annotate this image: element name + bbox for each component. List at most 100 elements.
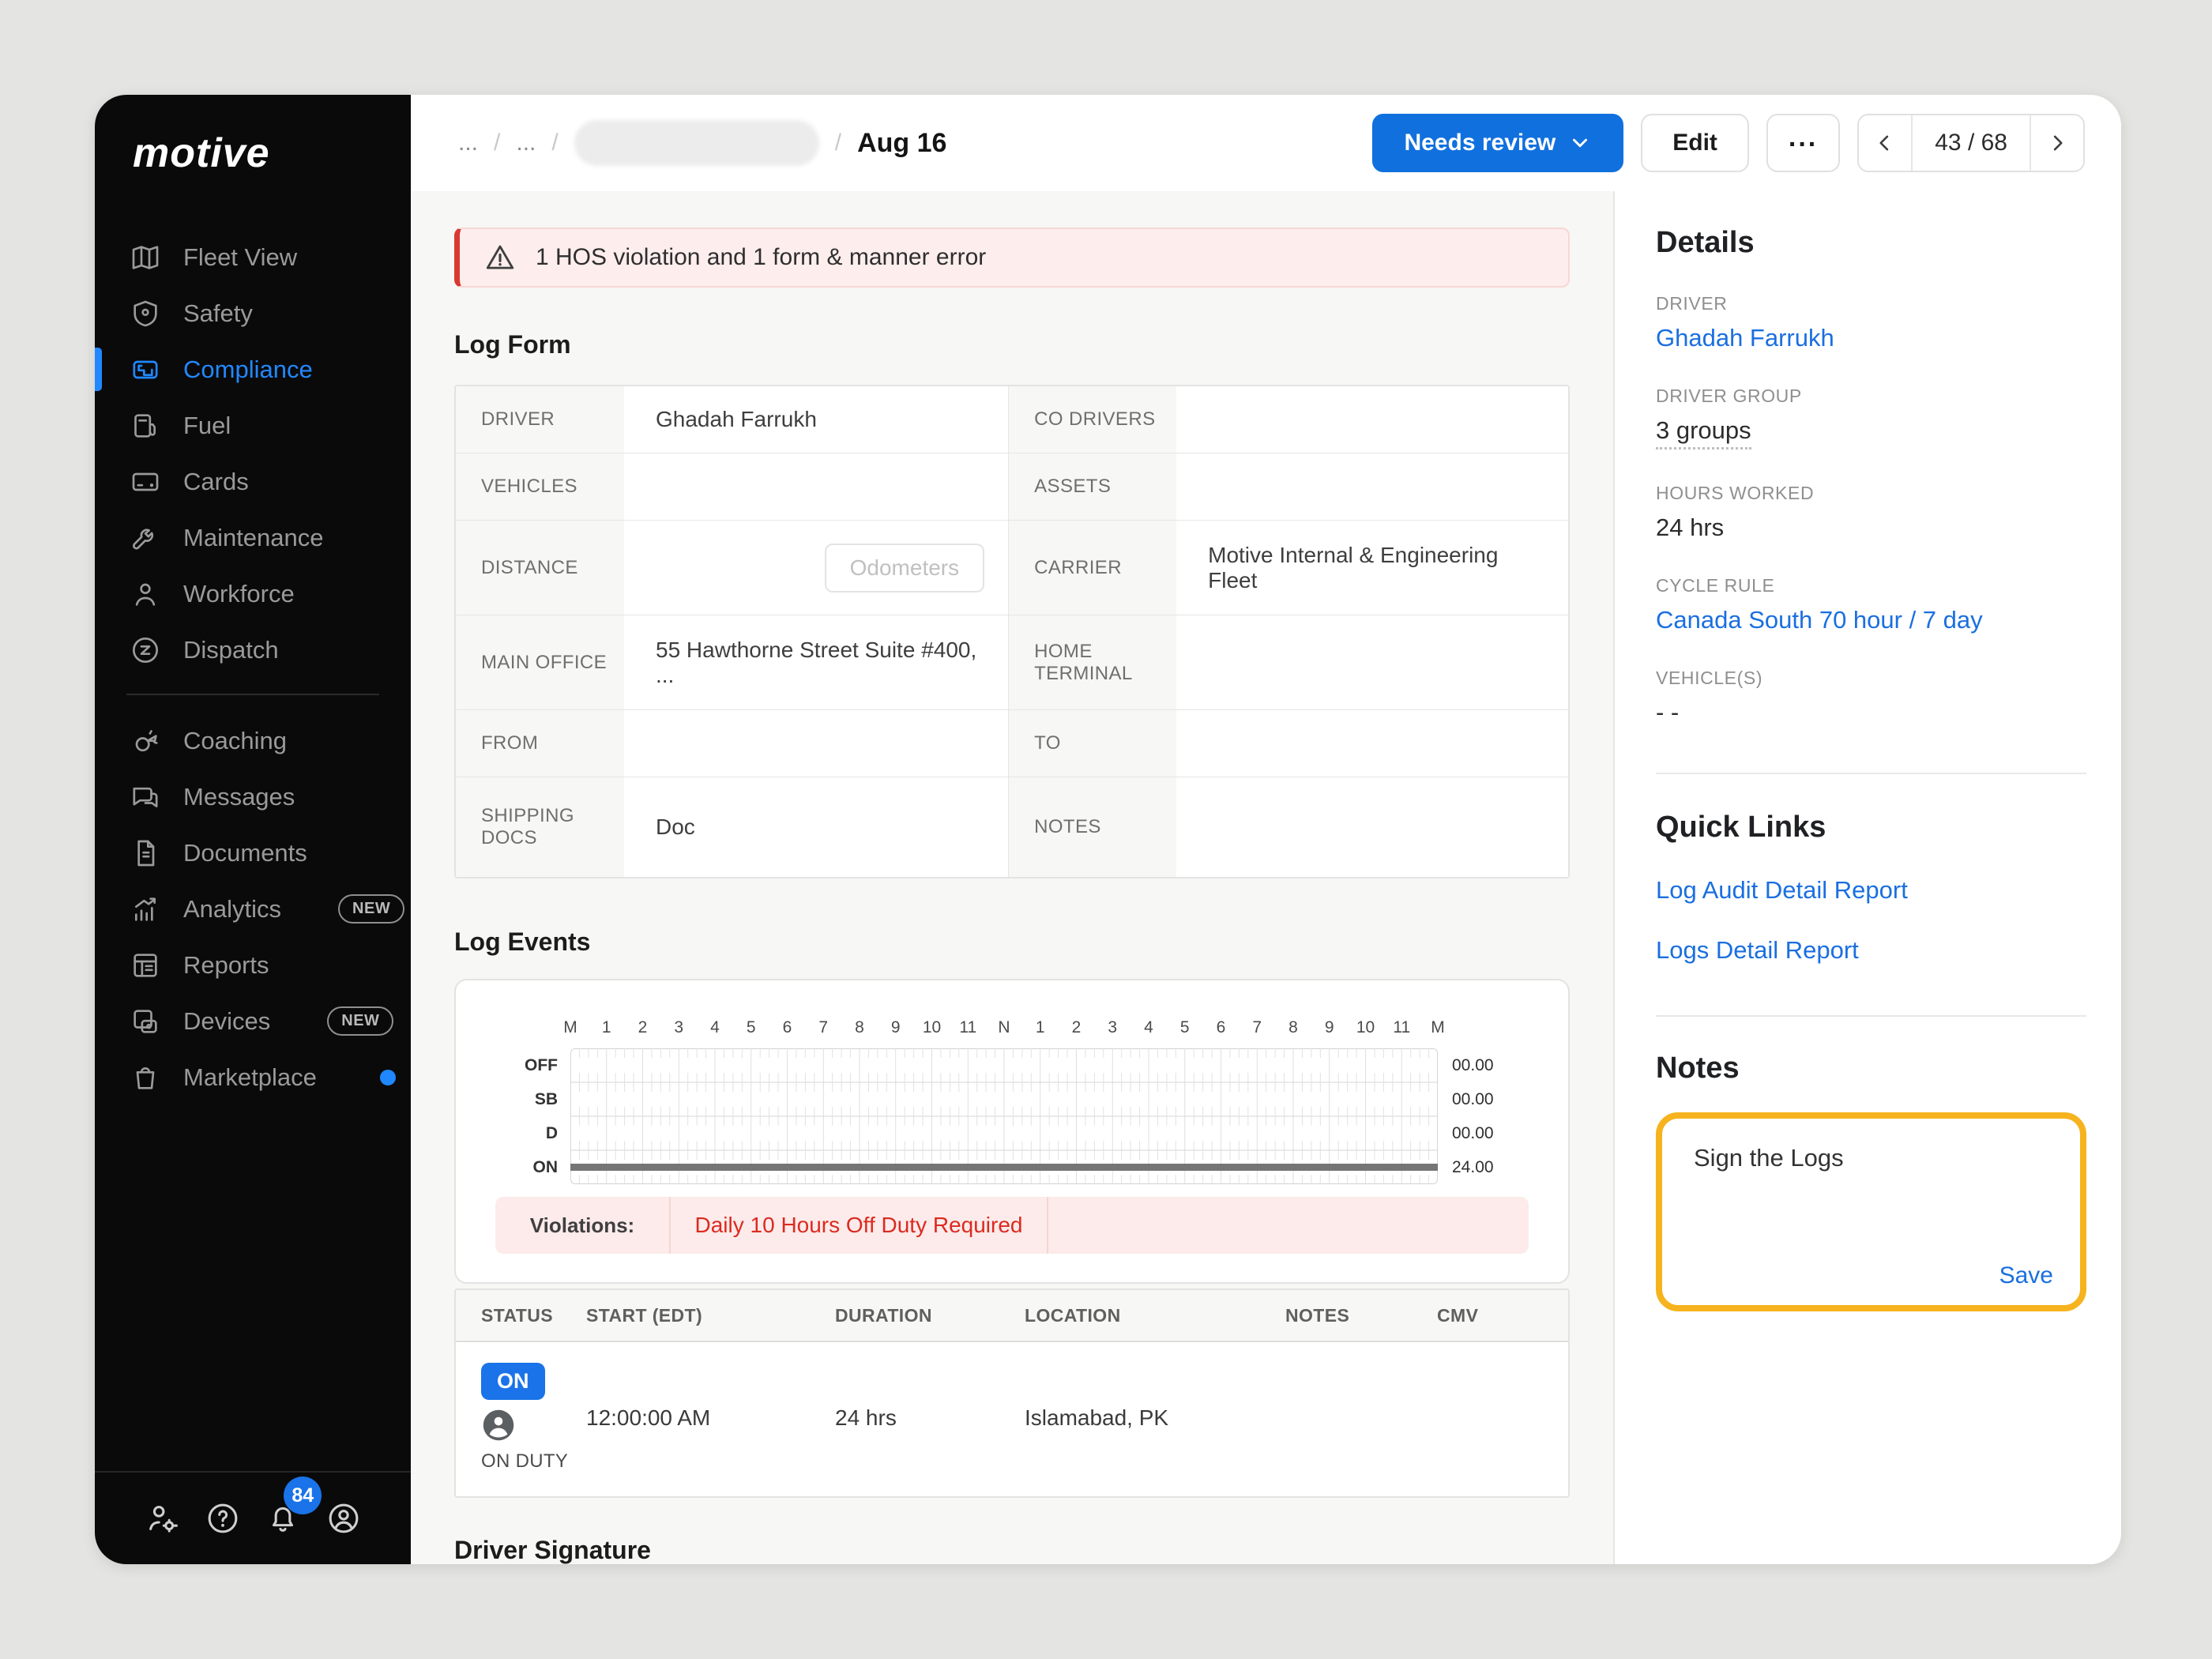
page-count: 43 / 68: [1911, 115, 2031, 171]
detail-field-driver-group: DRIVER GROUP 3 groups: [1656, 386, 2086, 450]
form-label-carrier: CARRIER: [1008, 521, 1177, 615]
sidebar-item-label: Compliance: [183, 355, 313, 383]
sidebar-divider: [126, 694, 379, 695]
alert-text: 1 HOS violation and 1 form & manner erro…: [536, 244, 987, 270]
axis-tick-label: 7: [818, 1018, 829, 1036]
axis-tick-label: 10: [1356, 1018, 1375, 1036]
axis-tick-label: 1: [1035, 1018, 1045, 1036]
warning-icon: [486, 245, 514, 269]
user-settings-icon[interactable]: [144, 1500, 180, 1537]
dispatch-icon: [130, 634, 161, 666]
help-icon[interactable]: [205, 1500, 241, 1537]
axis-tick-label: 11: [1393, 1018, 1411, 1036]
violations-spacer: [1048, 1197, 1529, 1254]
notes-textarea[interactable]: Sign the Logs Save: [1656, 1112, 2086, 1311]
sidebar-item-analytics[interactable]: Analytics NEW: [95, 881, 411, 937]
sidebar-item-maintenance[interactable]: Maintenance: [95, 510, 411, 566]
events-table-row[interactable]: ON ON DUTY 12:00:00 AM 24 hrs Islamabad,…: [456, 1342, 1568, 1496]
axis-tick-label: 11: [959, 1018, 977, 1036]
violations-bar: Violations: Daily 10 Hours Off Duty Requ…: [495, 1197, 1529, 1254]
status-badge: ON: [481, 1363, 545, 1400]
sidebar-item-documents[interactable]: Documents: [95, 825, 411, 881]
reports-icon: [130, 950, 161, 981]
quick-link-logs-detail-report[interactable]: Logs Detail Report: [1656, 936, 2086, 965]
needs-review-button[interactable]: Needs review: [1372, 114, 1624, 172]
more-options-button[interactable]: ...: [1766, 114, 1841, 172]
sidebar-item-coaching[interactable]: Coaching: [95, 713, 411, 769]
column-header-location: LOCATION: [1025, 1304, 1121, 1326]
coaching-icon: [130, 725, 161, 757]
column-header-duration: DURATION: [835, 1304, 932, 1326]
sidebar-item-compliance[interactable]: Compliance: [95, 341, 411, 397]
violations-label: Violations:: [495, 1197, 671, 1254]
detail-value[interactable]: Canada South 70 hour / 7 day: [1656, 606, 2086, 634]
main-content: 1 HOS violation and 1 form & manner erro…: [411, 191, 1613, 1564]
form-value-distance: Odometers: [624, 521, 1009, 615]
column-header-cmv: CMV: [1437, 1304, 1479, 1326]
notifications-icon[interactable]: 84: [265, 1477, 322, 1537]
sidebar-item-reports[interactable]: Reports: [95, 937, 411, 993]
breadcrumb-item: Aug 16: [857, 127, 947, 158]
sidebar-item-devices[interactable]: Devices NEW: [95, 993, 411, 1049]
sidebar-item-label: Marketplace: [183, 1063, 317, 1091]
next-page-button[interactable]: [2031, 115, 2083, 171]
breadcrumb-item[interactable]: ...: [458, 130, 478, 156]
prev-page-button[interactable]: [1859, 115, 1912, 171]
detail-value: - -: [1656, 698, 1680, 726]
chart-row-totals: 00.00 00.00 00.00 24.00: [1438, 1048, 1529, 1184]
app-window: motive Fleet View Safety Compliance Fuel Car…: [95, 95, 2121, 1564]
form-label-vehicles: VEHICLES: [456, 453, 624, 521]
axis-tick-label: N: [998, 1018, 1010, 1036]
breadcrumb-separator: /: [494, 130, 501, 156]
details-panel: Details DRIVER Ghadah Farrukh DRIVER GROUP…: [1613, 191, 2121, 1564]
sidebar-item-safety[interactable]: Safety: [95, 285, 411, 341]
breadcrumb-item[interactable]: ...: [516, 130, 536, 156]
chevron-right-icon: [2053, 135, 2063, 151]
sidebar-item-label: Safety: [183, 299, 253, 327]
analytics-icon: [130, 893, 161, 925]
breadcrumb-separator: /: [551, 130, 559, 156]
sidebar-item-fleet-view[interactable]: Fleet View: [95, 229, 411, 285]
cmv-cell: [1437, 1363, 1568, 1473]
sidebar-item-fuel[interactable]: Fuel: [95, 397, 411, 453]
workforce-icon: [130, 578, 161, 610]
form-label-main-office: MAIN OFFICE: [456, 615, 624, 710]
odometers-button[interactable]: Odometers: [824, 543, 985, 592]
sidebar-item-cards[interactable]: Cards: [95, 453, 411, 510]
detail-value: 3 groups: [1656, 416, 2086, 450]
axis-tick-label: 3: [674, 1018, 684, 1036]
chevron-left-icon: [1879, 135, 1889, 151]
location-cell: Islamabad, PK: [1025, 1405, 1169, 1430]
motive-logo[interactable]: motive: [133, 130, 411, 177]
violation-item[interactable]: Daily 10 Hours Off Duty Required: [671, 1197, 1048, 1254]
detail-field-driver: DRIVER Ghadah Farrukh: [1656, 293, 2086, 352]
account-icon[interactable]: [325, 1500, 362, 1537]
driver-status-icon: [483, 1409, 514, 1441]
detail-value[interactable]: Ghadah Farrukh: [1656, 324, 2086, 352]
edit-button[interactable]: Edit: [1641, 114, 1749, 172]
sidebar-item-messages[interactable]: Messages: [95, 769, 411, 825]
form-value-home-terminal: [1176, 615, 1568, 710]
log-events-title: Log Events: [454, 927, 591, 956]
notification-count-badge: 84: [284, 1477, 322, 1514]
detail-field-cycle-rule: CYCLE RULE Canada South 70 hour / 7 day: [1656, 575, 2086, 634]
log-form-table: DRIVER Ghadah Farrukh CO DRIVERS VEHICLES AS…: [454, 385, 1570, 878]
detail-value-dotted[interactable]: 3 groups: [1656, 416, 1751, 450]
axis-tick-label: 10: [922, 1018, 942, 1036]
sidebar-item-dispatch[interactable]: Dispatch: [95, 622, 411, 678]
form-value-main-office: 55 Hawthorne Street Suite #400, ...: [624, 615, 1009, 710]
sidebar-item-workforce[interactable]: Workforce: [95, 566, 411, 622]
column-header-notes: NOTES: [1285, 1304, 1350, 1326]
form-value-from: [624, 710, 1009, 777]
sidebar-item-label: Fleet View: [183, 243, 298, 271]
sidebar-item-label: Cards: [183, 467, 249, 495]
detail-label: DRIVER GROUP: [1656, 386, 1802, 406]
body-row: 1 HOS violation and 1 form & manner erro…: [411, 191, 2121, 1564]
quick-link-log-audit-detail-report[interactable]: Log Audit Detail Report: [1656, 876, 2086, 905]
sidebar-item-marketplace[interactable]: Marketplace: [95, 1049, 411, 1105]
row-total-on: 24.00: [1452, 1158, 1494, 1176]
needs-review-label: Needs review: [1404, 130, 1556, 156]
form-label-shipping-docs: SHIPPING DOCS: [456, 777, 624, 877]
save-note-button[interactable]: Save: [1999, 1262, 2053, 1289]
row-label-sb: SB: [534, 1090, 558, 1108]
